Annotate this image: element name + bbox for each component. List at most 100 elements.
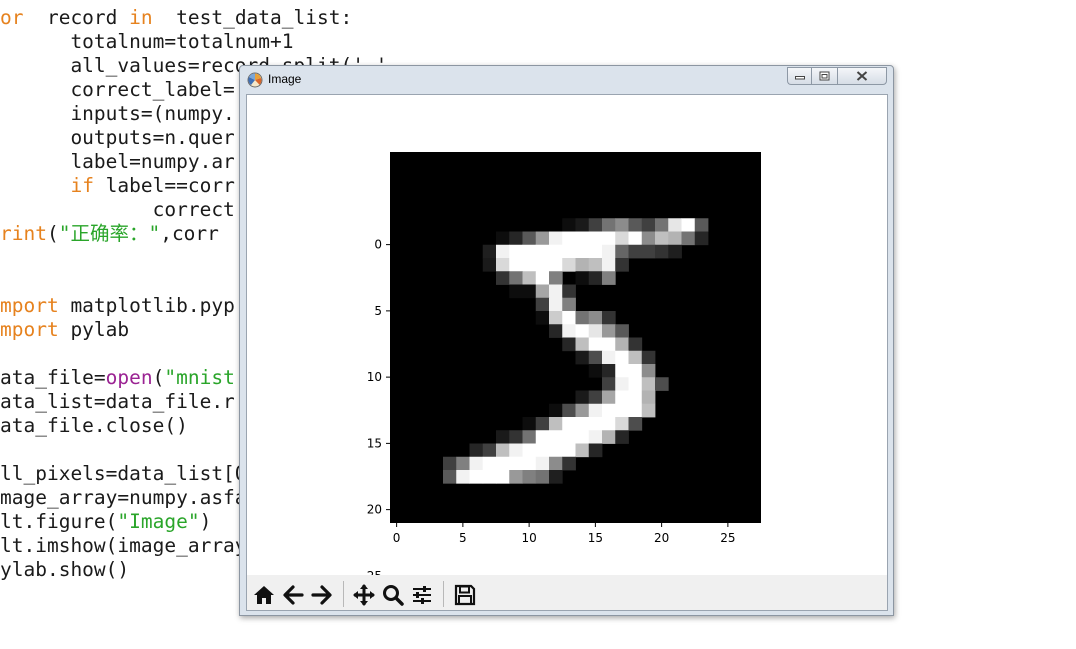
code-token: label==corr bbox=[93, 174, 235, 197]
image-pixel bbox=[628, 403, 643, 418]
image-pixel bbox=[628, 231, 643, 246]
x-tick-label: 25 bbox=[720, 531, 735, 545]
image-pixel bbox=[588, 337, 603, 352]
image-pixel bbox=[575, 390, 590, 405]
image-pixel bbox=[615, 403, 629, 418]
zoom-button[interactable] bbox=[379, 581, 407, 609]
image-pixel bbox=[469, 470, 484, 484]
figure-canvas[interactable]: 05101520250510152025 bbox=[247, 95, 887, 575]
image-pixel bbox=[602, 377, 616, 391]
image-pixel bbox=[509, 430, 523, 444]
image-pixel bbox=[575, 258, 590, 272]
image-pixel bbox=[575, 271, 590, 285]
forward-button[interactable] bbox=[308, 581, 336, 609]
image-pixel bbox=[615, 337, 629, 352]
image-pixel bbox=[641, 364, 656, 378]
code-token: ata_file= bbox=[0, 366, 106, 389]
y-tick-label: 10 bbox=[367, 370, 382, 384]
home-button[interactable] bbox=[250, 581, 278, 609]
y-tick-label: 0 bbox=[374, 238, 382, 252]
image-pixel bbox=[588, 231, 603, 246]
code-token: ll_pixels=data_list[0 bbox=[0, 462, 247, 485]
code-token: lt.figure( bbox=[0, 510, 118, 533]
save-icon bbox=[454, 584, 476, 606]
save-button[interactable] bbox=[451, 581, 479, 609]
image-pixel bbox=[562, 231, 576, 246]
code-token: if bbox=[70, 174, 94, 197]
code-token: pylab bbox=[58, 318, 130, 341]
code-token: matplotlib.pyp bbox=[58, 294, 235, 317]
y-tick-label: 15 bbox=[367, 436, 382, 450]
code-token: label=numpy.ar bbox=[0, 150, 235, 173]
image-pixel bbox=[535, 470, 550, 484]
image-pixel bbox=[562, 258, 576, 272]
image-pixel bbox=[628, 218, 643, 232]
navigation-toolbar bbox=[247, 575, 887, 610]
image-pixel bbox=[588, 403, 603, 418]
image-pixel bbox=[602, 231, 616, 246]
image-pixel bbox=[602, 390, 616, 405]
image-pixel bbox=[549, 443, 563, 458]
image-pixel bbox=[549, 284, 563, 299]
forward-arrow-icon bbox=[311, 585, 332, 605]
x-tick-label: 5 bbox=[459, 531, 467, 545]
title-bar[interactable]: Image bbox=[240, 66, 893, 94]
image-pixel bbox=[522, 417, 537, 431]
code-line: correct bbox=[0, 198, 235, 222]
image-pixel bbox=[535, 284, 550, 299]
image-pixel bbox=[602, 417, 616, 431]
image-pixel bbox=[615, 377, 629, 391]
configure-subplots-icon bbox=[413, 586, 431, 604]
back-button[interactable] bbox=[279, 581, 307, 609]
toolbar-separator bbox=[443, 581, 444, 607]
image-pixel bbox=[522, 430, 537, 444]
image-pixel bbox=[655, 244, 669, 259]
image-pixel bbox=[615, 324, 629, 338]
figure-client-area: 05101520250510152025 bbox=[246, 94, 888, 611]
configure-subplots-button[interactable] bbox=[408, 581, 436, 609]
image-pixel bbox=[482, 456, 497, 471]
image-pixel bbox=[602, 258, 616, 272]
code-line: outputs=n.quer bbox=[0, 126, 234, 150]
code-token: test_data_list: bbox=[152, 6, 353, 29]
image-pixel bbox=[496, 271, 510, 285]
image-pixel bbox=[549, 244, 563, 259]
code-line: totalnum=totalnum+1 bbox=[0, 30, 293, 54]
image-pixel bbox=[602, 244, 616, 259]
code-line: rint("正确率：",corr bbox=[0, 222, 219, 246]
code-token: "正确率：" bbox=[58, 222, 161, 245]
image-pixel bbox=[562, 443, 576, 458]
code-token: lt.imshow(image_array bbox=[0, 534, 247, 557]
code-token: ,corr bbox=[160, 222, 219, 245]
code-line: mport matplotlib.pyp bbox=[0, 294, 235, 318]
code-token: record bbox=[23, 6, 130, 29]
image-pixel bbox=[602, 430, 616, 444]
image-pixel bbox=[641, 390, 656, 405]
image-pixel bbox=[522, 244, 537, 259]
minimize-button[interactable] bbox=[787, 67, 811, 85]
code-line: mport pylab bbox=[0, 318, 129, 342]
code-token: ( bbox=[46, 222, 59, 245]
minimize-icon bbox=[794, 76, 805, 80]
close-button[interactable] bbox=[837, 67, 887, 85]
image-pixel bbox=[522, 284, 537, 299]
code-line: if label==corr bbox=[0, 174, 235, 198]
image-pixel bbox=[469, 443, 484, 458]
code-token: ( bbox=[152, 366, 165, 389]
image-pixel bbox=[456, 470, 470, 484]
pan-button[interactable] bbox=[350, 581, 378, 609]
code-token: ) bbox=[199, 510, 212, 533]
image-pixel bbox=[615, 364, 629, 378]
image-pixel bbox=[575, 403, 590, 418]
image-pixel bbox=[469, 456, 484, 471]
image-pixel bbox=[615, 417, 629, 431]
maximize-button[interactable] bbox=[811, 67, 837, 85]
image-pixel bbox=[549, 231, 563, 246]
image-pixel bbox=[522, 231, 537, 246]
image-pixel bbox=[549, 311, 563, 325]
mnist-image bbox=[390, 152, 761, 523]
image-pixel bbox=[588, 390, 603, 405]
image-pixel bbox=[549, 430, 563, 444]
image-pixel bbox=[482, 443, 497, 458]
